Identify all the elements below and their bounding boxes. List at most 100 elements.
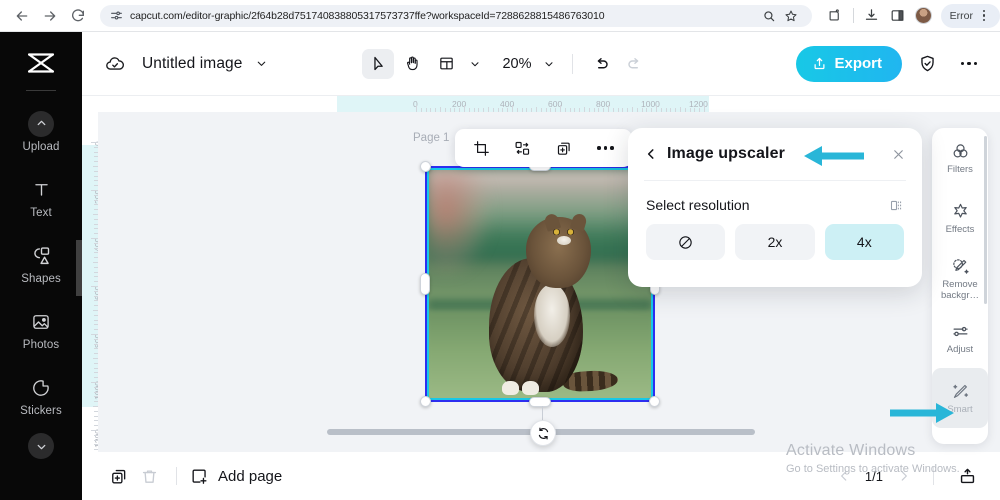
resolution-options: 2x 4x [628,213,922,260]
reload-icon[interactable] [64,2,92,30]
export-label: Export [834,55,882,72]
replace-media-icon[interactable] [508,134,538,162]
photos-icon [31,310,51,334]
trash-icon[interactable] [134,461,164,491]
cloud-saved-icon[interactable] [104,53,126,75]
rotate-icon[interactable] [530,420,556,446]
export-button[interactable]: Export [796,45,902,82]
error-badge[interactable]: Error [940,3,1000,28]
panel-header: Image upscaler [628,128,922,180]
bottom-bar: Add page 1/1 [82,452,1000,500]
duplicate-page-icon[interactable] [104,461,134,491]
more-horizontal-icon[interactable] [590,134,620,162]
stickers-icon [31,376,51,400]
editor-toolbar: Untitled image 20% Export [82,32,1000,95]
chevron-down-icon[interactable] [255,57,268,70]
right-rail-remove-background[interactable]: Remove backgr… [932,248,988,308]
remove-background-icon [951,255,970,277]
chevron-left-icon[interactable] [644,147,660,161]
layout-icon[interactable] [430,49,462,79]
no-upscale-icon [677,234,694,251]
compare-split-icon[interactable] [889,198,904,213]
sidebar-label-upload: Upload [22,140,60,153]
resize-handle-bottom[interactable] [529,397,551,407]
hand-pan-icon[interactable] [396,49,428,79]
element-toolbar [455,129,632,167]
page-zoom-icon[interactable] [758,5,780,27]
document-title[interactable]: Untitled image [142,55,242,73]
resize-handle-bottom-right[interactable] [649,396,660,407]
toolbar-divider [571,53,573,74]
extensions-icon[interactable] [822,3,848,29]
vertical-ruler: 0 200 400 600 800 1000 1200 [82,112,103,452]
present-icon[interactable] [952,461,982,491]
annotation-arrow-to-smart [890,403,954,423]
downloads-icon[interactable] [859,3,885,29]
resize-handle-bottom-left[interactable] [420,396,431,407]
capcut-logo[interactable] [21,48,61,78]
back-arrow-icon[interactable] [8,2,36,30]
sidebar-item-shapes[interactable]: Shapes [0,231,82,297]
selection-frame [425,166,655,402]
resolution-option-none[interactable] [646,224,726,260]
sidebar-item-photos[interactable]: Photos [0,297,82,363]
chevron-right-icon[interactable] [893,469,915,483]
right-rail-remove-background-label: Remove backgr… [940,279,979,301]
duplicate-icon[interactable] [549,134,579,162]
right-rail-filters-label: Filters [947,164,973,176]
right-rail-filters[interactable]: Filters [932,128,988,188]
forward-arrow-icon[interactable] [36,2,64,30]
close-icon[interactable] [891,147,906,162]
error-label: Error [949,9,973,22]
chrome-menu-icon[interactable] [975,9,993,22]
avatar[interactable] [911,3,937,29]
toolbar-divider [852,8,854,23]
right-rail-effects[interactable]: Effects [932,188,988,248]
zoom-level: 20% [502,55,532,72]
add-page-button[interactable]: Add page [189,461,282,491]
resolution-option-4x[interactable]: 4x [824,224,904,260]
zoom-caret-icon[interactable] [538,49,560,79]
sidebar-label-shapes: Shapes [21,272,61,285]
resize-handle-top-left[interactable] [420,161,431,172]
sidebar-item-stickers[interactable]: Stickers [0,363,82,429]
selected-image-element[interactable] [420,161,660,407]
sidebar-label-stickers: Stickers [20,404,62,417]
chevron-down-icon[interactable] [28,433,54,459]
filters-icon [951,140,970,162]
url-text: capcut.com/editor-graphic/2f64b28d751740… [130,9,605,22]
shield-check-icon[interactable] [910,47,944,81]
resolution-option-2x[interactable]: 2x [735,224,815,260]
sidebar-item-upload[interactable]: Upload [0,99,82,165]
adjust-sliders-icon [951,320,970,342]
cursor-select-icon[interactable] [362,48,395,79]
resize-handle-left[interactable] [420,273,430,295]
canvas-tool-group: 20% [362,48,651,79]
right-rail-scrollbar[interactable] [984,136,987,304]
capcut-editor-screenshot: capcut.com/editor-graphic/2f64b28d751740… [0,0,1000,500]
resolution-option-4x-label: 4x [856,234,872,250]
add-page-icon [189,461,209,491]
chevron-left-icon[interactable] [833,469,855,483]
omnibox-actions [758,5,802,27]
right-rail-adjust[interactable]: Adjust [932,308,988,368]
star-icon[interactable] [780,5,802,27]
resolution-option-2x-label: 2x [767,234,783,250]
redo-icon[interactable] [619,49,651,79]
page-navigation: 1/1 [833,461,982,491]
browser-toolbar: capcut.com/editor-graphic/2f64b28d751740… [0,0,1000,31]
sidebar-item-text[interactable]: Text [0,165,82,231]
layout-caret-icon[interactable] [464,49,486,79]
site-settings-icon[interactable] [110,9,123,22]
crop-icon[interactable] [467,134,497,162]
annotation-arrow-to-title [804,146,864,166]
side-panel-icon[interactable] [885,3,911,29]
more-horizontal-icon[interactable] [952,47,986,81]
page-label: Page 1 [413,132,450,144]
undo-icon[interactable] [585,49,617,79]
export-upload-icon [812,56,827,71]
right-sidebar: Filters Effects Remove backgr… Adjust Sm… [932,128,988,444]
address-bar[interactable]: capcut.com/editor-graphic/2f64b28d751740… [100,4,812,27]
right-rail-adjust-label: Adjust [946,344,974,356]
shapes-icon [31,244,52,268]
